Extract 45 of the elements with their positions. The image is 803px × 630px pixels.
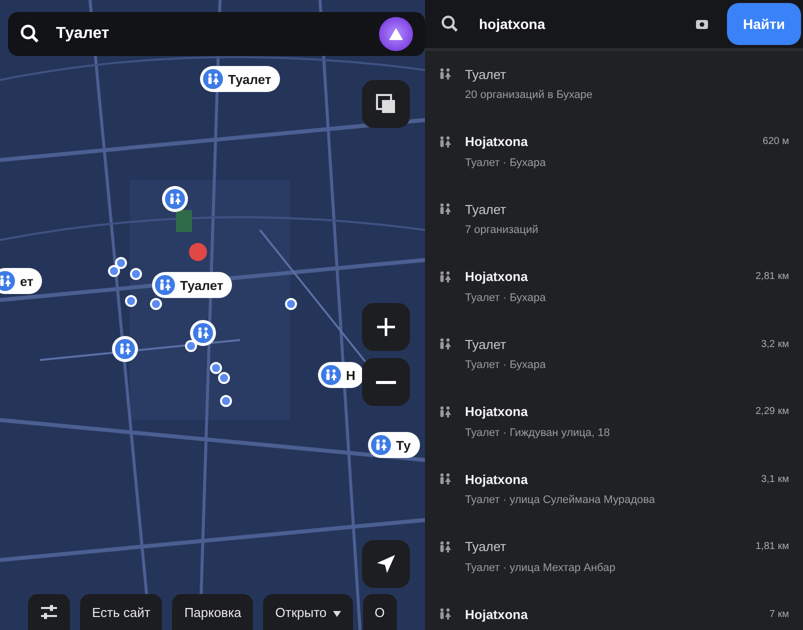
result-distance: 3,2 км	[761, 338, 789, 350]
map-marker[interactable]: ет	[0, 268, 42, 294]
map-marker[interactable]: Ту	[368, 432, 420, 458]
result-subtitle: Туалет · улица Мехтар Анбар	[465, 562, 616, 574]
filter-chip[interactable]: Есть сайт	[80, 594, 162, 630]
result-item[interactable]: Туалет 1,81 км Туалет · улица Мехтар Анбар	[425, 536, 803, 603]
result-item[interactable]: Hojatxona 2,29 км Туалет · Гиждуван улица, 18	[425, 400, 803, 468]
result-subtitle: 7 организаций	[465, 224, 540, 236]
search-field[interactable]: Туалет	[54, 24, 298, 44]
result-distance: 620 м	[762, 136, 789, 147]
result-subtitle: Туалет · Гиждуван улица, 18	[465, 426, 611, 438]
result-item[interactable]: Hojatxona 7 км	[425, 603, 803, 630]
filter-chip[interactable]: Парковка	[172, 594, 254, 630]
result-title: Туалет	[465, 539, 508, 554]
search-field[interactable]: hojatxona	[477, 15, 677, 33]
result-title: Hojatxona	[465, 472, 529, 486]
result-subtitle: Туалет · Бухара	[465, 156, 547, 168]
map-marker[interactable]: Туалет	[200, 66, 280, 92]
result-subtitle: Туалет · Бухара	[465, 292, 547, 304]
result-subtitle: Туалет · Бухара	[465, 359, 547, 371]
result-title: Hojatxona	[465, 134, 529, 149]
filter-chip[interactable]: Открыто	[263, 594, 353, 630]
result-title: Туалет	[465, 202, 508, 216]
result-distance: 1,81 км	[756, 541, 789, 552]
result-title: Hojatxona	[465, 269, 529, 284]
result-subtitle: 20 организаций в Бухаре	[465, 89, 594, 101]
result-item[interactable]: Туалет 3,2 км Туалет · Бухара	[425, 333, 803, 400]
result-distance: 3,1 км	[761, 474, 789, 484]
find-button[interactable]: Найти	[727, 3, 801, 45]
result-title: Туалет	[465, 66, 508, 82]
result-item[interactable]: Туалет 20 организаций в Бухаре	[425, 63, 803, 130]
filter-chip[interactable]: О	[362, 594, 397, 630]
result-item[interactable]: Hojatxona 3,1 км Туалет · улица Сулеймана Мурадова	[425, 468, 803, 536]
result-distance: 2,81 км	[756, 271, 789, 282]
result-item[interactable]: Hojatxona 620 м Туалет · Бухара	[425, 130, 803, 198]
result-item[interactable]: Туалет 7 организаций	[425, 198, 803, 266]
result-title: Hojatxona	[465, 404, 529, 419]
result-item[interactable]: Hojatxona 2,81 км Туалет · Бухара	[425, 266, 803, 333]
result-distance: 2,29 км	[756, 406, 789, 417]
search-bar[interactable]: Туалет	[8, 12, 425, 56]
map-marker[interactable]: Туалет	[152, 272, 232, 298]
result-title: Hojatxona	[465, 606, 529, 622]
result-distance: 7 км	[769, 608, 789, 620]
result-title: Туалет	[465, 336, 508, 352]
result-subtitle: Туалет · улица Сулеймана Мурадова	[465, 494, 656, 506]
